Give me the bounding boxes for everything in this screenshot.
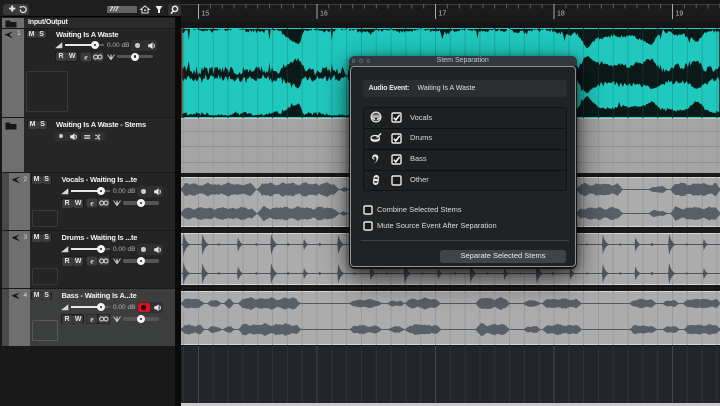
svg-text:19: 19 xyxy=(676,11,684,18)
svg-text:17: 17 xyxy=(439,11,447,18)
svg-text:15: 15 xyxy=(202,11,210,18)
svg-text:16: 16 xyxy=(320,11,328,18)
svg-text:18: 18 xyxy=(557,11,565,18)
